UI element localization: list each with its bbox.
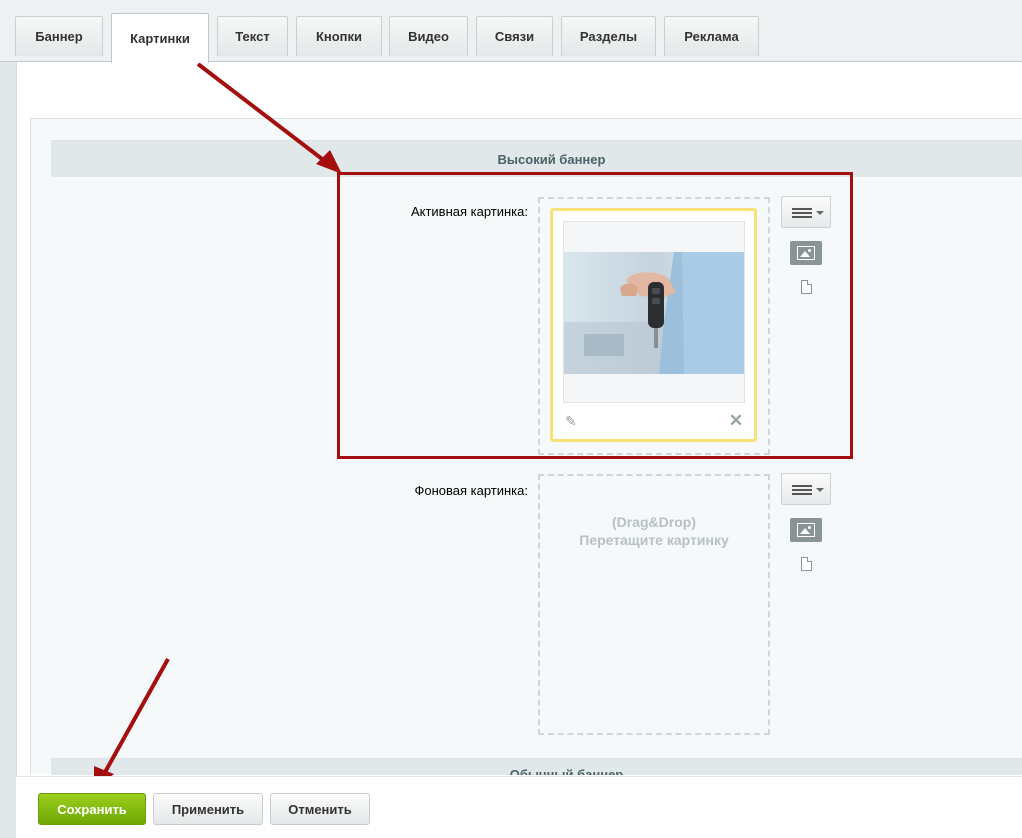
tab-images-label: Картинки (130, 31, 190, 46)
tab-images[interactable]: Картинки (111, 13, 209, 63)
apply-button[interactable]: Применить (153, 793, 263, 825)
cancel-button[interactable]: Отменить (270, 793, 370, 825)
annotation-arrows (94, 62, 342, 790)
save-button[interactable]: Сохранить (38, 793, 146, 825)
